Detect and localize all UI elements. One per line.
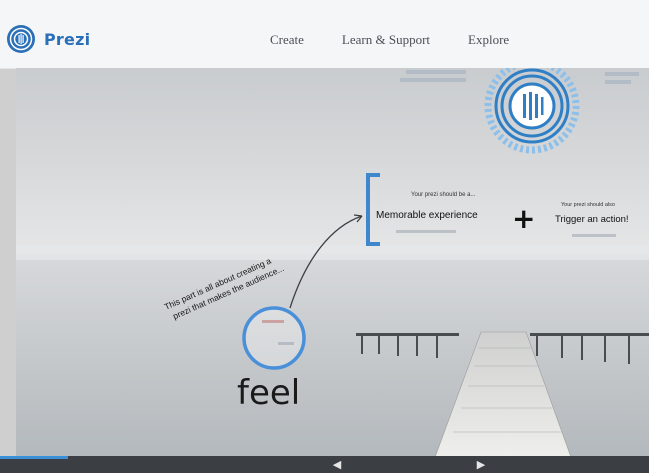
blurred-note-right-2	[605, 80, 631, 84]
blurred-underline-2	[572, 234, 616, 237]
blurred-note-left	[406, 70, 466, 74]
nav-create[interactable]: Create	[270, 32, 304, 48]
feel-word: feel	[237, 373, 300, 413]
blurred-circle-text	[262, 320, 284, 323]
nav-explore[interactable]: Explore	[468, 32, 509, 48]
trigger-action-text: Trigger an action!	[555, 214, 629, 225]
nav-learn-support[interactable]: Learn & Support	[342, 32, 430, 48]
blurred-underline-1	[396, 230, 456, 233]
top-navigation-bar: Prezi Create Learn & Support Explore	[0, 0, 649, 69]
slide-scene: Your prezi should be a... Memorable expe…	[16, 68, 649, 460]
plus-sign: +	[512, 202, 535, 235]
main-nav: Create Learn & Support Explore	[270, 32, 509, 48]
blurred-note-left-2	[400, 78, 466, 82]
prezi-logo-sunburst-icon	[484, 68, 580, 154]
prezi-logo-icon	[7, 25, 35, 53]
horizon-mist	[16, 246, 649, 260]
memorable-caption: Your prezi should be a...	[411, 192, 476, 198]
memorable-experience-text: Memorable experience	[376, 210, 478, 221]
logo-text: Prezi	[44, 29, 91, 49]
blurred-note-right	[605, 72, 639, 76]
presentation-canvas[interactable]: Your prezi should be a... Memorable expe…	[16, 68, 649, 460]
prezi-logo[interactable]: Prezi	[6, 24, 90, 54]
trigger-caption: Your prezi should also	[561, 202, 615, 208]
arrow-right-icon[interactable]: ▶	[474, 459, 488, 471]
presentation-controls-bar	[0, 456, 649, 473]
blurred-circle-text-2	[278, 342, 294, 345]
arrow-left-icon[interactable]: ◀	[330, 459, 344, 471]
feel-circle-frame	[242, 306, 306, 370]
progress-bar	[0, 456, 68, 459]
prezi-viewer: Prezi Create Learn & Support Explore You…	[0, 0, 649, 473]
